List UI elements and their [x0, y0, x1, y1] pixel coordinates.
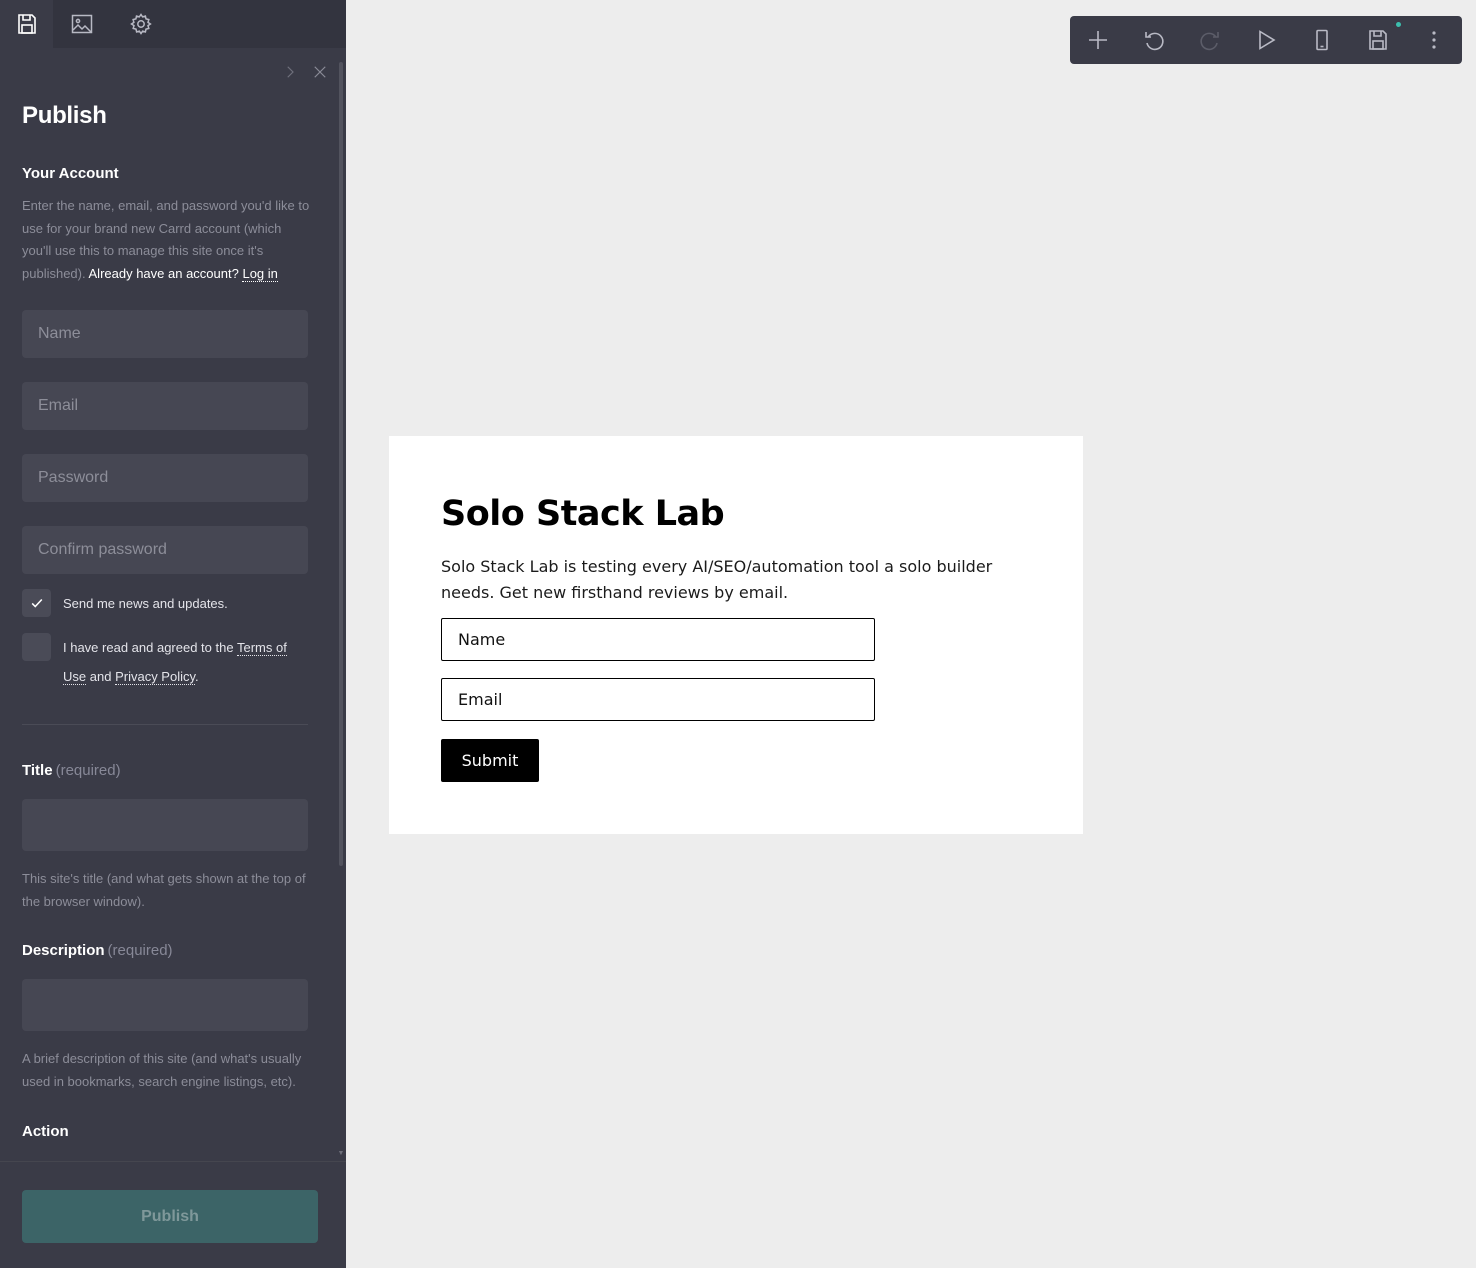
site-description-input[interactable]	[22, 979, 308, 1031]
save-icon	[1369, 30, 1387, 50]
account-password-input[interactable]	[22, 454, 308, 502]
newsletter-option: Send me news and updates.	[22, 589, 308, 619]
title-field-label: Title (required)	[22, 762, 121, 779]
redo-button[interactable]	[1198, 28, 1222, 52]
account-name-input[interactable]	[22, 310, 308, 358]
terms-option: I have read and agreed to the Terms of U…	[22, 633, 308, 693]
tab-media[interactable]	[54, 0, 110, 48]
preview-button[interactable]	[1254, 28, 1278, 52]
newsletter-label: Send me news and updates.	[63, 596, 228, 611]
image-icon	[71, 14, 93, 34]
privacy-policy-link[interactable]: Privacy Policy	[115, 669, 196, 685]
account-confirm-password-input[interactable]	[22, 526, 308, 574]
mobile-view-button[interactable]	[1310, 28, 1334, 52]
gear-icon	[130, 13, 152, 35]
mobile-view-icon	[1316, 29, 1328, 51]
publish-footer: Publish	[0, 1161, 346, 1268]
add-icon	[1089, 31, 1107, 49]
checkmark-icon	[31, 598, 42, 608]
expand-panel-button[interactable]	[278, 60, 302, 84]
terms-checkbox[interactable]	[22, 633, 51, 661]
scroll-down-arrow-icon[interactable]: ▼	[336, 1150, 346, 1158]
account-help-text: Enter the name, email, and password you'…	[22, 198, 310, 282]
more-menu-button[interactable]	[1422, 28, 1446, 52]
site-preview-card[interactable]: Solo Stack Lab Solo Stack Lab is testing…	[389, 436, 1083, 834]
description-field-label: Description (required)	[22, 942, 173, 959]
site-heading[interactable]: Solo Stack Lab	[441, 494, 725, 534]
save-icon	[17, 14, 36, 34]
title-help-text: This site's title (and what gets shown a…	[22, 871, 306, 909]
tab-settings[interactable]	[113, 0, 169, 48]
action-heading: Action	[22, 1123, 69, 1140]
your-account-heading: Your Account	[22, 165, 119, 182]
account-email-input[interactable]	[22, 382, 308, 430]
add-element-button[interactable]	[1086, 28, 1110, 52]
chevron-right-icon	[287, 66, 294, 78]
save-button[interactable]	[1366, 28, 1390, 52]
preview-play-icon	[1259, 30, 1276, 50]
description-help-text: A brief description of this site (and wh…	[22, 1051, 302, 1089]
panel-scrollbar-thumb[interactable]	[339, 62, 343, 866]
panel-title: Publish	[22, 102, 107, 129]
close-icon	[314, 66, 326, 78]
signup-name-input[interactable]	[441, 618, 875, 661]
redo-icon	[1200, 32, 1219, 51]
site-description[interactable]: Solo Stack Lab is testing every AI/SEO/a…	[441, 554, 1041, 606]
close-panel-button[interactable]	[308, 60, 332, 84]
tab-publish[interactable]	[0, 0, 53, 48]
sidebar: ▼ Publish Your Account Enter the name, e…	[0, 0, 346, 1268]
undo-icon	[1145, 32, 1164, 51]
sidebar-tab-bar	[0, 0, 346, 48]
more-menu-icon	[1432, 31, 1436, 49]
publish-button[interactable]: Publish	[22, 1190, 318, 1243]
editor-toolbar	[1070, 16, 1462, 64]
site-title-input[interactable]	[22, 799, 308, 851]
signup-submit-button[interactable]: Submit	[441, 739, 539, 782]
undo-button[interactable]	[1142, 28, 1166, 52]
unsaved-changes-indicator	[1396, 22, 1401, 27]
section-divider	[22, 724, 308, 725]
panel-controls	[278, 60, 338, 84]
terms-label: I have read and agreed to the Terms of U…	[63, 640, 287, 685]
signup-email-input[interactable]	[441, 678, 875, 721]
newsletter-checkbox[interactable]	[22, 589, 51, 617]
login-link[interactable]: Log in	[242, 265, 278, 282]
